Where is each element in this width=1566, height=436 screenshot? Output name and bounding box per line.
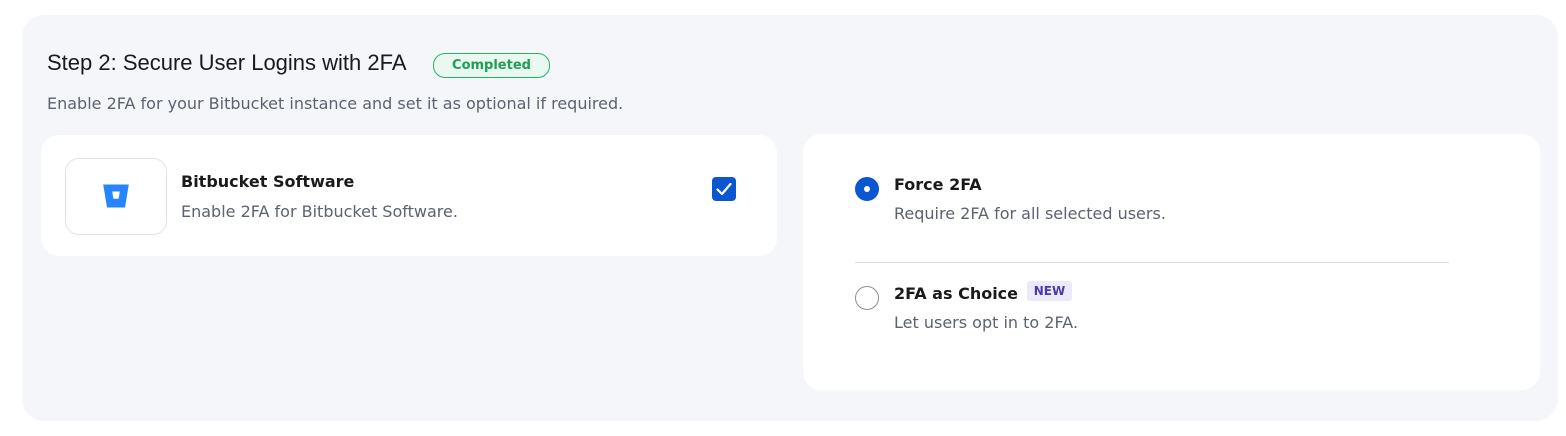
new-badge: NEW xyxy=(1027,281,1072,301)
2fa-as-choice-description: Let users opt in to 2FA. xyxy=(894,313,1078,332)
product-card-bitbucket[interactable]: Bitbucket Software Enable 2FA for Bitbuc… xyxy=(41,135,777,256)
force-2fa-radio[interactable] xyxy=(855,177,879,201)
step-panel: Step 2: Secure User Logins with 2FA Comp… xyxy=(22,15,1558,421)
product-logo-box xyxy=(65,158,167,235)
checkmark-icon xyxy=(716,182,732,196)
product-description: Enable 2FA for Bitbucket Software. xyxy=(181,202,458,221)
product-name: Bitbucket Software xyxy=(181,172,355,191)
completed-status-badge: Completed xyxy=(433,53,550,78)
step-description: Enable 2FA for your Bitbucket instance a… xyxy=(47,94,624,113)
step-title: Step 2: Secure User Logins with 2FA xyxy=(47,50,407,75)
force-2fa-title: Force 2FA xyxy=(894,175,982,194)
options-divider xyxy=(855,262,1449,263)
product-select-checkbox[interactable] xyxy=(712,177,736,201)
force-2fa-description: Require 2FA for all selected users. xyxy=(894,204,1166,223)
radio-dot xyxy=(864,186,870,192)
2fa-mode-options-card: Force 2FA Require 2FA for all selected u… xyxy=(803,134,1540,390)
2fa-as-choice-title: 2FA as Choice xyxy=(894,284,1019,303)
bitbucket-logo-icon xyxy=(103,184,129,208)
2fa-as-choice-radio[interactable] xyxy=(855,286,879,310)
